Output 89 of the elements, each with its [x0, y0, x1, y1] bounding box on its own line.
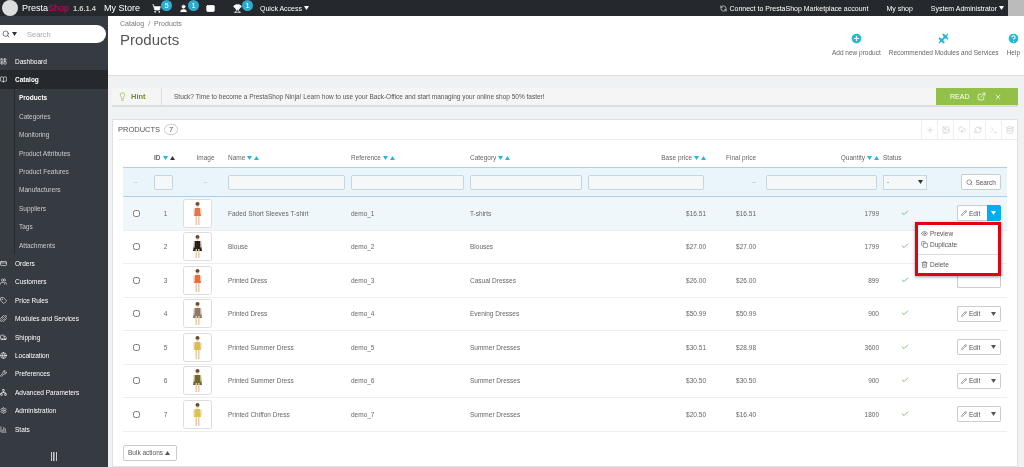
sync-icon — [720, 4, 728, 12]
caret-icon[interactable] — [304, 6, 309, 10]
dropdown-toggle[interactable] — [987, 205, 1001, 222]
puzzle-icon — [937, 32, 951, 45]
caret-icon[interactable] — [991, 345, 996, 350]
sort-down-icon[interactable] — [498, 155, 504, 160]
dashboard-icon — [0, 57, 7, 65]
store-name[interactable]: My Store — [104, 3, 140, 13]
filter-field[interactable] — [228, 174, 345, 190]
trash-icon — [921, 261, 928, 269]
row-checkbox[interactable] — [133, 243, 140, 251]
card-icon — [0, 260, 7, 267]
search-type-button[interactable] — [0, 25, 21, 43]
dropdown-toggle[interactable] — [987, 372, 1001, 389]
pencil-icon — [961, 210, 967, 217]
tag-icon — [0, 296, 7, 304]
dropdown-toggle[interactable] — [987, 339, 1001, 356]
check-icon[interactable] — [901, 309, 909, 318]
row-checkbox[interactable] — [133, 377, 140, 385]
sort-down-icon[interactable] — [383, 155, 388, 160]
lightbulb-icon — [118, 92, 127, 101]
copy-icon — [921, 241, 928, 249]
pencil-icon — [961, 310, 967, 317]
sort-up-icon[interactable] — [169, 155, 175, 160]
row-checkbox[interactable] — [133, 343, 140, 351]
pencil-icon — [961, 344, 967, 351]
refresh-icon — [973, 125, 982, 134]
trophy-icon — [233, 4, 242, 13]
check-icon[interactable] — [901, 242, 909, 251]
add-icon — [925, 125, 934, 134]
puzzle-icon — [0, 315, 7, 323]
wrench-icon — [0, 370, 7, 378]
pencil-icon — [961, 377, 967, 384]
filter-field[interactable] — [588, 174, 704, 190]
bar-chart-icon — [0, 425, 7, 433]
filter-field[interactable] — [154, 174, 173, 190]
check-icon[interactable] — [901, 409, 909, 418]
check-icon[interactable] — [901, 376, 909, 385]
search-icon — [966, 178, 974, 186]
filter-field[interactable] — [766, 174, 878, 190]
check-icon[interactable] — [901, 342, 909, 351]
refresh-button[interactable] — [969, 120, 985, 139]
caret-icon[interactable] — [999, 6, 1004, 10]
caret-icon[interactable] — [991, 378, 996, 383]
caret-icon[interactable] — [12, 32, 17, 36]
filter-field[interactable] — [470, 174, 583, 190]
image-icon — [941, 125, 950, 134]
dropdown-toggle[interactable] — [987, 305, 1001, 322]
check-icon[interactable] — [901, 208, 909, 217]
caret-icon[interactable] — [918, 180, 923, 184]
add-icon — [849, 32, 863, 45]
image-button[interactable] — [937, 120, 953, 139]
row-checkbox[interactable] — [133, 310, 140, 318]
help-icon — [1006, 32, 1020, 45]
row-checkbox[interactable] — [133, 410, 140, 418]
book-icon — [0, 76, 7, 84]
network-icon — [0, 388, 7, 396]
eye-icon — [921, 230, 928, 238]
filter-field[interactable] — [351, 174, 465, 190]
truck-icon — [0, 333, 7, 341]
row-checkbox[interactable] — [133, 276, 140, 284]
person-icon — [179, 4, 188, 13]
cart-icon — [152, 4, 161, 13]
database-button[interactable] — [1001, 120, 1017, 139]
close-icon[interactable] — [994, 92, 1003, 101]
page-title: Products — [120, 31, 181, 48]
row-checkbox[interactable] — [133, 209, 140, 217]
cloud-upload-button[interactable] — [953, 120, 969, 139]
caret-icon[interactable] — [165, 450, 171, 455]
brand-name: PrestaShop — [22, 3, 70, 13]
sort-down-icon[interactable] — [694, 155, 699, 160]
dropdown-toggle[interactable] — [987, 406, 1001, 423]
database-icon — [1005, 125, 1014, 134]
check-icon[interactable] — [901, 275, 909, 284]
gear-icon — [0, 407, 7, 415]
search-icon — [2, 30, 10, 38]
people-icon — [0, 278, 7, 286]
sort-down-icon[interactable] — [867, 155, 872, 160]
pencil-icon — [961, 411, 967, 418]
logo-icon — [2, 0, 18, 16]
sort-down-icon[interactable] — [247, 155, 253, 160]
external-link-icon — [977, 92, 987, 101]
terminal-icon — [989, 125, 998, 134]
caret-icon[interactable] — [991, 412, 996, 417]
caret-icon[interactable] — [991, 311, 996, 316]
mail-icon — [206, 4, 215, 13]
collapse-icon[interactable] — [51, 452, 57, 461]
cloud-upload-icon — [957, 125, 966, 134]
globe-icon — [0, 351, 7, 359]
